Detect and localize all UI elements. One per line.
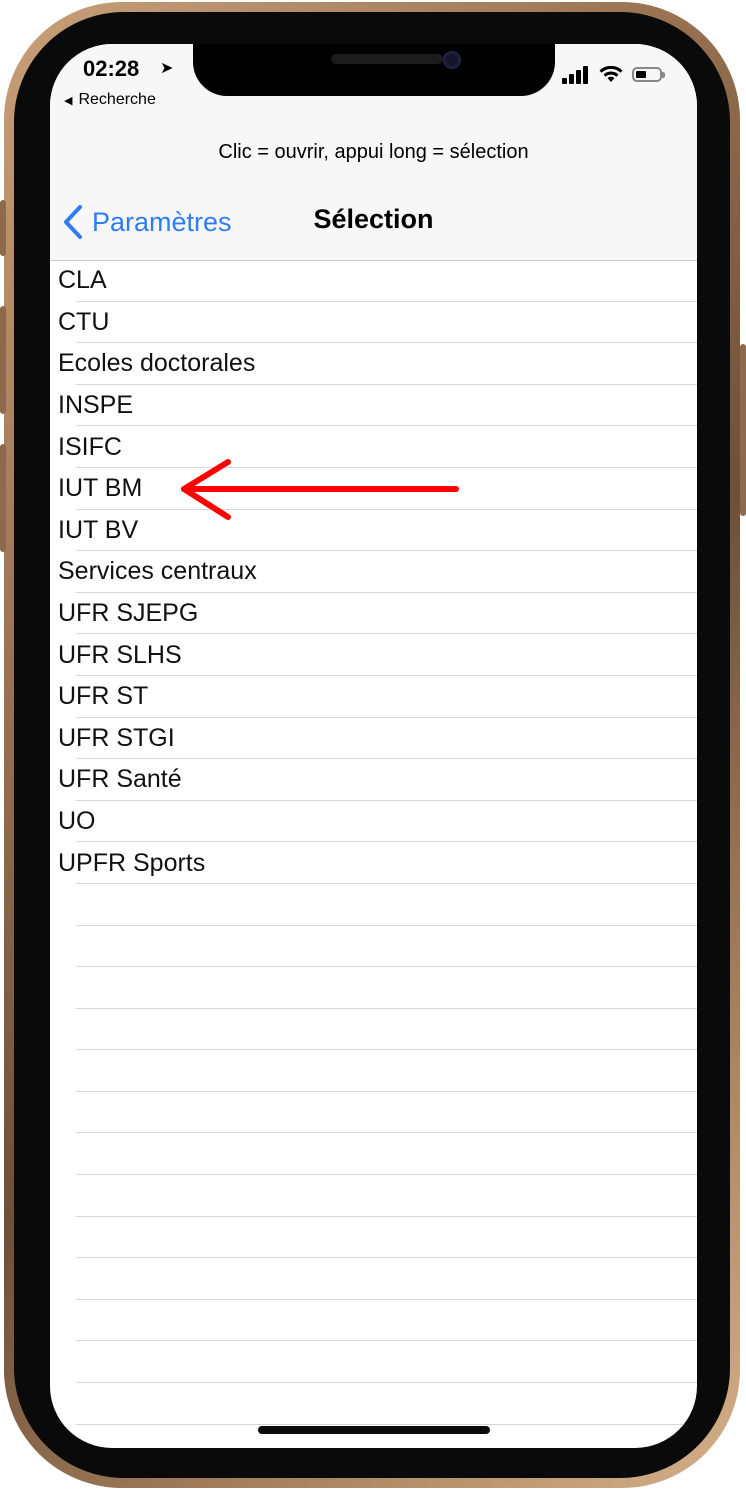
silent-switch <box>0 200 6 256</box>
back-to-app-link[interactable]: ◀ Recherche <box>64 91 156 109</box>
list-item[interactable]: UFR Santé <box>50 759 697 801</box>
list-item-label: UFR Santé <box>58 765 182 794</box>
list-item-label: INSPE <box>58 391 134 420</box>
list-item-label: UO <box>58 807 96 836</box>
volume-up-button <box>0 306 6 414</box>
empty-row <box>50 884 697 926</box>
list-item[interactable]: UPFR Sports <box>50 842 697 884</box>
list-item-label: Ecoles doctorales <box>58 349 256 378</box>
back-triangle-icon: ◀ <box>64 95 73 107</box>
list-item-label: CLA <box>58 266 107 295</box>
selection-list: CLA CTU Ecoles doctorales INSPE ISIFC IU… <box>50 260 697 1448</box>
volume-down-button <box>0 444 6 552</box>
back-to-app-label: Recherche <box>78 91 156 108</box>
list-item-label: IUT BV <box>58 515 139 544</box>
empty-row <box>50 926 697 968</box>
wifi-icon <box>599 65 623 82</box>
page-title: Sélection <box>313 204 434 234</box>
list-item[interactable]: INSPE <box>50 385 697 427</box>
annotation-arrow-icon <box>181 459 459 520</box>
list-item-label: ISIFC <box>58 432 122 461</box>
empty-row <box>50 1175 697 1217</box>
hint-text: Clic = ouvrir, appui long = sélection <box>218 141 529 163</box>
empty-row <box>50 1133 697 1175</box>
list-item[interactable]: UO <box>50 801 697 843</box>
location-arrow-icon: ➤ <box>160 60 174 77</box>
phone-screen: 02:28 ➤ ◀ Recherche Clic = ouvrir, appui … <box>50 44 697 1448</box>
list-item[interactable]: UFR STGI <box>50 718 697 760</box>
empty-row <box>50 1300 697 1342</box>
list-item-label: UFR SLHS <box>58 640 182 669</box>
empty-row <box>50 1092 697 1134</box>
empty-row <box>50 1258 697 1300</box>
empty-row <box>50 1050 697 1092</box>
empty-row <box>50 1341 697 1383</box>
empty-row <box>50 967 697 1009</box>
speaker-grille <box>331 54 443 64</box>
list-item[interactable]: UFR SLHS <box>50 634 697 676</box>
cellular-signal-icon <box>562 66 592 84</box>
list-item-label: Services centraux <box>58 557 257 586</box>
front-camera <box>443 51 461 69</box>
status-time: 02:28 <box>83 56 140 81</box>
empty-row <box>50 1217 697 1259</box>
list-item[interactable]: Ecoles doctorales <box>50 343 697 385</box>
list-item-label: UPFR Sports <box>58 848 206 877</box>
list-item[interactable]: UFR SJEPG <box>50 593 697 635</box>
list-item[interactable]: Services centraux <box>50 551 697 593</box>
list-item-label: UFR STGI <box>58 723 175 752</box>
notch <box>193 44 555 96</box>
list-item[interactable]: CLA <box>50 260 697 302</box>
list-item-label: IUT BM <box>58 474 143 503</box>
empty-row <box>50 1009 697 1051</box>
power-button <box>740 344 746 516</box>
home-indicator[interactable] <box>258 1426 490 1434</box>
list-item-label: CTU <box>58 307 110 336</box>
empty-row <box>50 1383 697 1425</box>
list-item[interactable]: CTU <box>50 302 697 344</box>
list-item-label: UFR ST <box>58 682 149 711</box>
battery-icon <box>632 67 665 82</box>
list-item[interactable]: UFR ST <box>50 676 697 718</box>
list-item-label: UFR SJEPG <box>58 599 199 628</box>
